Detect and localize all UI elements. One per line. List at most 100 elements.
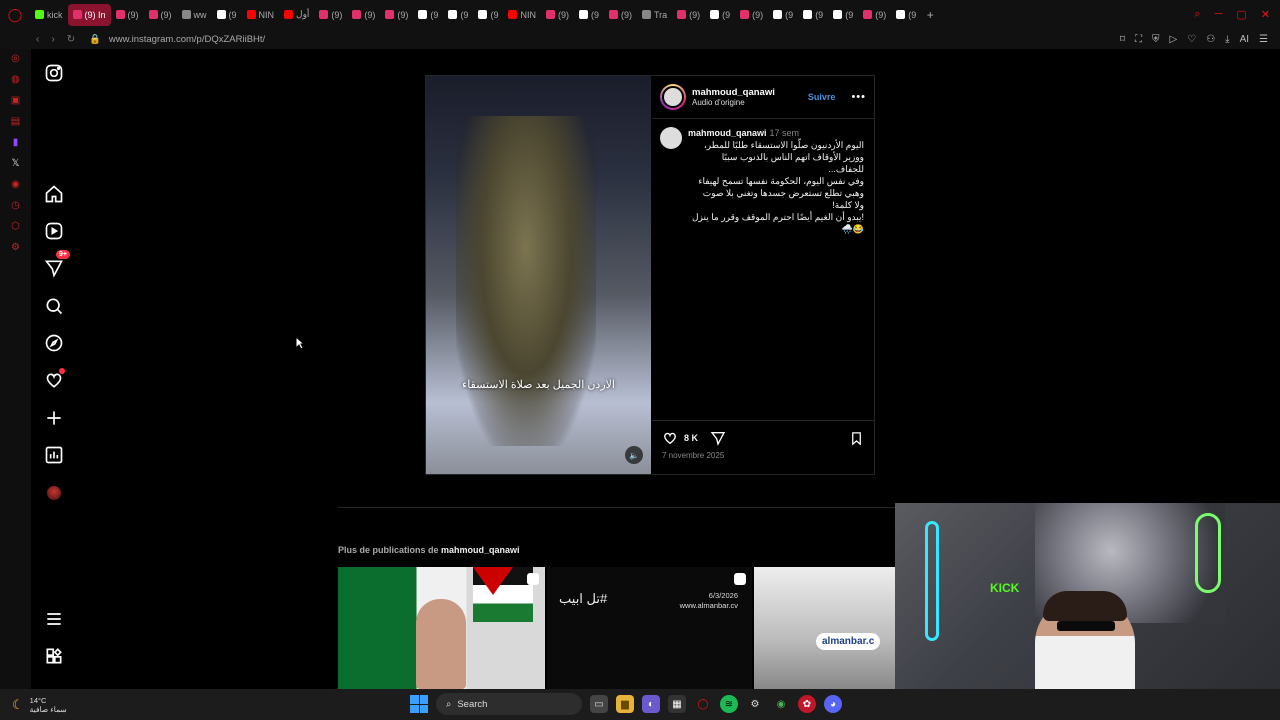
home-icon[interactable]: [42, 182, 66, 206]
browser-tab[interactable]: NIN: [503, 4, 541, 26]
settings-icon[interactable]: ⚙: [11, 242, 20, 253]
browser-tab[interactable]: (9: [473, 4, 503, 26]
browser-tab[interactable]: (9: [828, 4, 858, 26]
new-tab-button[interactable]: +: [921, 8, 939, 22]
browser-tab[interactable]: (9): [672, 4, 705, 26]
post-video[interactable]: الاردن الجميل بعد صلاة الاستسقاء 🔈: [426, 76, 651, 474]
browser-tab[interactable]: (9): [111, 4, 144, 26]
browser-tab[interactable]: (9): [604, 4, 637, 26]
heart-icon[interactable]: ♡: [1187, 34, 1196, 45]
browser-tab[interactable]: (9): [347, 4, 380, 26]
browser-tab[interactable]: (9): [380, 4, 413, 26]
browser-tab[interactable]: kick: [30, 4, 68, 26]
aria-ai-button[interactable]: AI: [1240, 34, 1249, 45]
instagram-logo-icon[interactable]: [42, 61, 66, 85]
author-username[interactable]: mahmoud_qanawi: [692, 87, 775, 98]
save-icon[interactable]: [849, 431, 864, 446]
browser-tab[interactable]: (9: [413, 4, 443, 26]
reload-button[interactable]: ↻: [67, 34, 75, 45]
browser-tab[interactable]: أول: [279, 4, 314, 26]
back-button[interactable]: ‹: [36, 34, 39, 45]
more-posts-user[interactable]: mahmoud_qanawi: [441, 545, 520, 555]
more-post-thumbnail[interactable]: [338, 567, 545, 689]
messenger-icon[interactable]: ◍: [11, 74, 20, 85]
snapshot-icon[interactable]: ⛶: [1135, 34, 1142, 45]
taskbar-search[interactable]: ⌕ Search: [436, 693, 582, 715]
mute-icon[interactable]: 🔈: [625, 446, 643, 464]
message-icon[interactable]: ▣: [11, 95, 20, 106]
audio-label[interactable]: Audio d'origine: [692, 98, 775, 107]
download-icon[interactable]: ⤓: [1225, 34, 1229, 45]
browser-tab[interactable]: (9): [541, 4, 574, 26]
browser-tab[interactable]: (9: [705, 4, 735, 26]
easy-setup-icon[interactable]: ☰: [1259, 34, 1268, 45]
profile-icon[interactable]: ⚇: [1206, 34, 1215, 45]
browser-tab[interactable]: (9): [314, 4, 347, 26]
player-side-icon[interactable]: ◉: [11, 179, 20, 190]
mail-icon[interactable]: ▤: [11, 116, 20, 127]
menu-icon[interactable]: [42, 607, 66, 631]
weather-text: سماء صافية: [29, 704, 67, 714]
maximize-button[interactable]: ▢: [1236, 8, 1246, 21]
browser-tab[interactable]: (9: [798, 4, 828, 26]
browser-tab[interactable]: ww: [177, 4, 212, 26]
messages-icon[interactable]: 9+: [42, 250, 70, 280]
browser-tab[interactable]: (9: [891, 4, 921, 26]
chrome-icon[interactable]: ◉: [772, 695, 790, 713]
task-view-icon[interactable]: ▭: [590, 695, 608, 713]
twitch-icon[interactable]: ▮: [13, 137, 19, 148]
app-icon[interactable]: ✿: [798, 695, 816, 713]
reels-icon[interactable]: [42, 219, 66, 243]
caption-username[interactable]: mahmoud_qanawi: [688, 128, 767, 138]
browser-tab[interactable]: (9: [212, 4, 242, 26]
spotify-icon[interactable]: ≋: [720, 695, 738, 713]
minimize-button[interactable]: ─: [1215, 8, 1223, 21]
browser-tab[interactable]: (9: [574, 4, 604, 26]
aria-icon[interactable]: ◎: [11, 53, 20, 64]
windows-start-icon[interactable]: [410, 695, 428, 713]
store-icon[interactable]: ▦: [668, 695, 686, 713]
search-icon[interactable]: [42, 294, 66, 318]
author-avatar[interactable]: [660, 84, 686, 110]
history-icon[interactable]: ◷: [11, 200, 20, 211]
browser-tab[interactable]: (9): [735, 4, 768, 26]
browser-tab[interactable]: (9: [768, 4, 798, 26]
share-icon[interactable]: [710, 430, 726, 446]
create-icon[interactable]: [42, 406, 66, 430]
browser-tab[interactable]: (9): [858, 4, 891, 26]
opera-menu-icon[interactable]: ◯: [0, 0, 30, 29]
profile-avatar[interactable]: [42, 481, 66, 505]
follow-button[interactable]: Suivre: [808, 92, 836, 102]
x-icon[interactable]: 𝕏: [11, 158, 19, 169]
weather-widget[interactable]: ☾ 14°C سماء صافية: [0, 696, 67, 714]
browser-tab[interactable]: NIN: [242, 4, 280, 26]
shield-icon[interactable]: ⛨: [1152, 34, 1160, 45]
search-tabs-icon[interactable]: ⌕: [1194, 8, 1200, 21]
caption-avatar[interactable]: [660, 127, 682, 149]
more-options-icon[interactable]: •••: [851, 91, 866, 103]
like-icon[interactable]: [662, 430, 678, 446]
explore-icon[interactable]: [42, 331, 66, 355]
browser-tab[interactable]: Tra: [637, 4, 672, 26]
extensions-icon[interactable]: ⬡: [11, 221, 20, 232]
url-field[interactable]: www.instagram.com/p/DQxZARiiBHt/: [109, 34, 265, 45]
player-icon[interactable]: ▷: [1170, 34, 1178, 45]
more-post-thumbnail[interactable]: #تل ابيب 6/3/2026 www.almanbar.cv: [547, 567, 752, 689]
browser-tab[interactable]: (9: [443, 4, 473, 26]
like-count[interactable]: 8 K: [684, 433, 698, 443]
forward-button[interactable]: ›: [51, 34, 54, 45]
divider: [338, 507, 898, 508]
file-explorer-icon[interactable]: ▆: [616, 695, 634, 713]
opera-taskbar-icon[interactable]: ◯: [694, 695, 712, 713]
notifications-icon[interactable]: [42, 368, 66, 392]
more-apps-icon[interactable]: [42, 644, 66, 668]
more-post-thumbnail[interactable]: almanbar.c: [754, 567, 896, 689]
dashboard-icon[interactable]: [42, 443, 66, 467]
steam-icon[interactable]: ⚙: [746, 695, 764, 713]
discord-icon[interactable]: ◕: [824, 695, 842, 713]
browser-tab[interactable]: (9): [144, 4, 177, 26]
browser-tab[interactable]: (9) In: [67, 3, 111, 26]
bookmark-icon[interactable]: ⌑: [1120, 34, 1125, 45]
copilot-icon[interactable]: ◐: [642, 695, 660, 713]
close-button[interactable]: ✕: [1261, 8, 1270, 21]
